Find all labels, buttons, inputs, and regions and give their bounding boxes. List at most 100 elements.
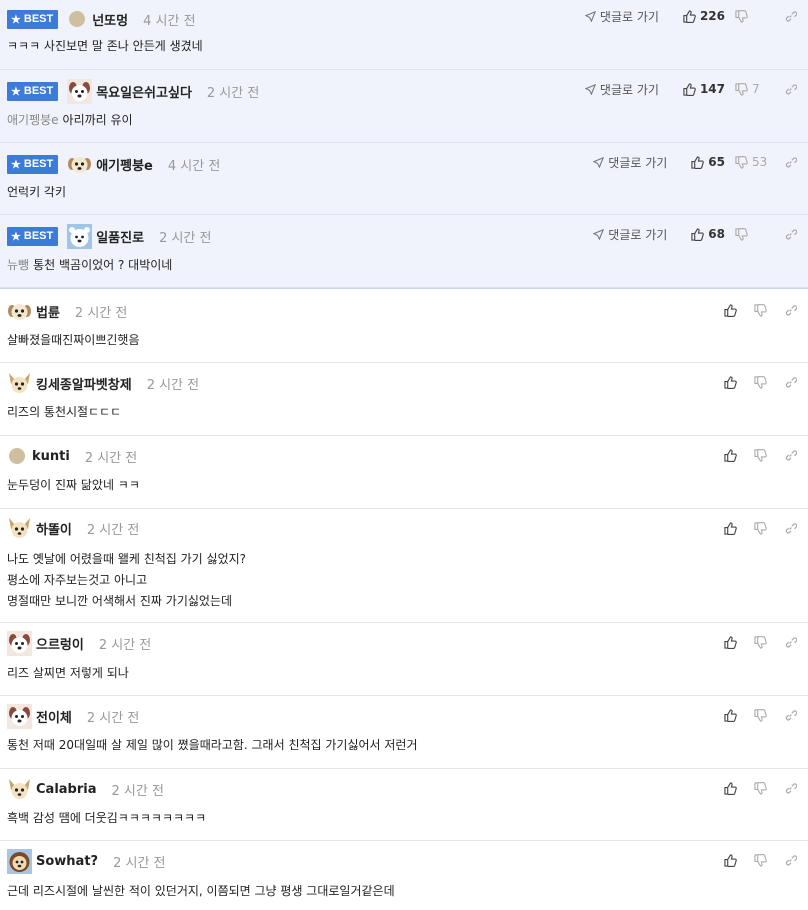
avatar[interactable]: [67, 78, 93, 104]
nickname[interactable]: kunti: [32, 449, 70, 464]
comment-text: ㅋㅋㅋ 사진보면 말 존나 안든게 생겼네: [7, 39, 203, 53]
comment-actions: [708, 446, 798, 464]
comment-text: 아리까리 유이: [62, 113, 133, 127]
avatar[interactable]: [68, 10, 86, 28]
nickname[interactable]: 목요일은쉬고싶다: [96, 82, 192, 101]
nickname[interactable]: 으르렁이: [36, 634, 84, 653]
thumbs-down-icon[interactable]: [752, 447, 768, 463]
link-icon[interactable]: [782, 780, 798, 796]
upvote-count: 147: [699, 82, 725, 96]
mention[interactable]: 뉴뺑: [7, 258, 29, 272]
comment-text: 눈두덩이 진짜 닮았네 ㅋㅋ: [7, 478, 140, 492]
thumbs-up-icon[interactable]: [722, 780, 738, 796]
link-icon[interactable]: [782, 302, 798, 318]
upvote-button[interactable]: 147: [683, 82, 725, 96]
avatar[interactable]: [67, 152, 92, 177]
timestamp: 2 시간 전: [86, 710, 140, 726]
link-icon[interactable]: [782, 81, 798, 97]
thumbs-up-icon[interactable]: [722, 707, 738, 723]
comment-actions: [708, 519, 798, 537]
thumbs-up-icon: [691, 227, 705, 241]
upvote-button[interactable]: 68: [691, 227, 725, 241]
link-icon[interactable]: [782, 852, 798, 868]
best-badge: ★ BEST: [7, 226, 59, 246]
upvote-button[interactable]: 226: [683, 9, 725, 23]
link-icon[interactable]: [782, 8, 798, 24]
thumbs-up-icon[interactable]: [722, 302, 738, 318]
avatar[interactable]: [67, 223, 93, 249]
comment-text: 살빠졌을때진짜이쁘긴햇음: [7, 333, 140, 347]
thumbs-down-icon[interactable]: [752, 780, 768, 796]
upvote-button[interactable]: 65: [691, 155, 725, 169]
thumbs-up-icon[interactable]: [722, 520, 738, 536]
nickname[interactable]: 넌또멍: [92, 10, 128, 29]
nickname[interactable]: 일품진로: [96, 227, 144, 246]
comment-body: 살빠졌을때진짜이쁘긴햇음: [7, 330, 139, 351]
nickname[interactable]: Sowhat?: [36, 854, 98, 869]
comment-text: 리즈 살찌면 저렇게 되나: [7, 666, 129, 680]
link-icon[interactable]: [782, 154, 798, 170]
comment-meta: 으르렁이 2 시간 전: [7, 630, 151, 656]
avatar[interactable]: [8, 447, 26, 465]
avatar[interactable]: [7, 703, 32, 729]
thumbs-down-icon[interactable]: [752, 707, 768, 723]
nickname[interactable]: 애기펭붕e: [96, 155, 153, 174]
timestamp: 2 시간 전: [113, 855, 166, 871]
avatar[interactable]: [7, 516, 32, 541]
timestamp: 4 시간 전: [167, 158, 221, 174]
downvote-button[interactable]: [735, 227, 768, 241]
nickname[interactable]: 킹세종알파벳창제: [36, 374, 132, 393]
avatar[interactable]: [7, 630, 32, 656]
comment-text: 리즈의 통천시절ㄷㄷㄷ: [7, 405, 122, 419]
avatar[interactable]: [7, 299, 32, 324]
go-to-reply-link[interactable]: 댓글로 가기: [584, 8, 659, 25]
best-comment: ★ BEST 목요일은쉬고싶다 2 시간 전 애기펭붕e 아리까리 유이 댓글로 가…: [0, 70, 808, 143]
comment-text: 통천 백곰이었어 ? 대박이네: [33, 258, 173, 272]
upvote-count: 226: [699, 9, 725, 23]
thumbs-down-icon[interactable]: [752, 520, 768, 536]
star-icon: ★: [11, 158, 21, 171]
thumbs-down-icon[interactable]: [752, 374, 768, 390]
comment-meta: ★ BEST 목요일은쉬고싶다 2 시간 전: [7, 78, 259, 104]
thumbs-down-icon[interactable]: [752, 852, 768, 868]
comment-actions: 댓글로 가기 65 53: [593, 153, 798, 171]
thumbs-down-icon[interactable]: [752, 302, 768, 318]
comment: 전이체 2 시간 전 통천 저때 20대일때 살 제일 많이 쪘을때라고함. 그…: [0, 696, 808, 769]
thumbs-up-icon[interactable]: [722, 447, 738, 463]
avatar[interactable]: [7, 371, 32, 396]
downvote-button[interactable]: 53: [735, 155, 768, 169]
thumbs-up-icon: [683, 9, 696, 23]
nickname[interactable]: Calabria: [36, 782, 97, 797]
link-icon[interactable]: [782, 520, 798, 536]
link-icon[interactable]: [782, 374, 798, 390]
comment-actions: [708, 851, 798, 869]
nickname[interactable]: 법륜: [36, 302, 60, 321]
thumbs-up-icon[interactable]: [722, 852, 738, 868]
nickname[interactable]: 하똘이: [36, 519, 72, 538]
send-icon: [593, 156, 605, 168]
upvote-count: 68: [708, 227, 725, 241]
link-icon[interactable]: [782, 226, 798, 242]
downvote-button[interactable]: 7: [735, 82, 768, 96]
link-icon[interactable]: [782, 634, 798, 650]
comment: kunti 2 시간 전 눈두덩이 진짜 닮았네 ㅋㅋ: [0, 436, 808, 509]
thumbs-up-icon[interactable]: [722, 374, 738, 390]
link-icon[interactable]: [782, 707, 798, 723]
comment: 법륜 2 시간 전 살빠졌을때진짜이쁘긴햇음: [0, 291, 808, 363]
go-to-reply-link[interactable]: 댓글로 가기: [593, 226, 667, 243]
link-icon[interactable]: [782, 447, 798, 463]
avatar[interactable]: [7, 848, 32, 874]
downvote-button[interactable]: [735, 9, 768, 23]
star-icon: ★: [11, 13, 21, 26]
mention[interactable]: 애기펭붕e: [7, 113, 59, 127]
thumbs-down-icon[interactable]: [752, 634, 768, 650]
go-to-reply-link[interactable]: 댓글로 가기: [584, 81, 659, 98]
comment-actions: 댓글로 가기 68: [593, 225, 798, 243]
thumbs-up-icon[interactable]: [722, 634, 738, 650]
avatar[interactable]: [7, 777, 32, 802]
comment-body: 나도 옛날에 어렸을때 왤케 친척집 가기 싫었지? 평소에 자주보는것고 아니…: [7, 549, 246, 612]
send-icon: [584, 83, 596, 95]
nickname[interactable]: 전이체: [36, 707, 72, 726]
go-to-reply-link[interactable]: 댓글로 가기: [593, 154, 667, 171]
best-badge: ★ BEST: [7, 81, 59, 101]
